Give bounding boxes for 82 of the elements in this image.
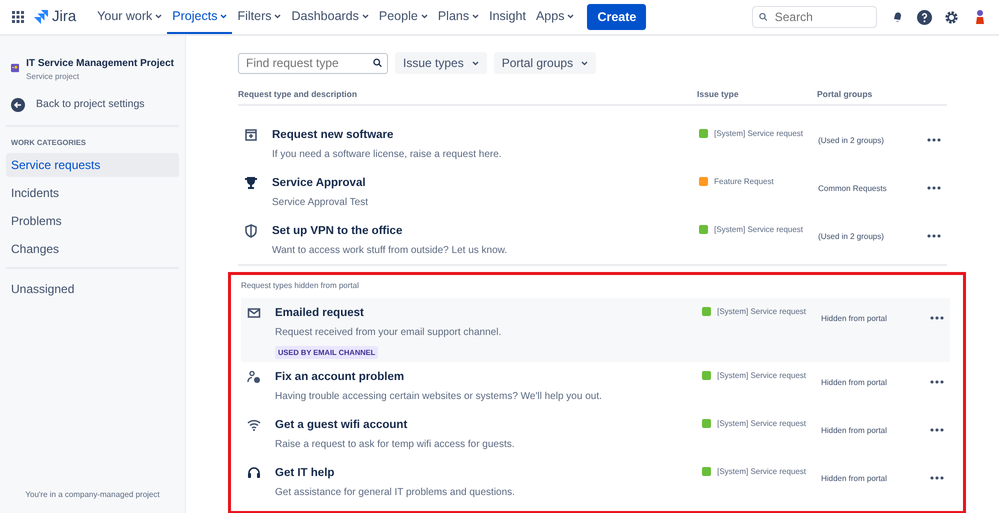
nav-menu-item[interactable]: Apps [530, 0, 580, 34]
nav-menu-item[interactable]: Plans [432, 0, 484, 34]
request-type-name[interactable]: Request new software [272, 128, 502, 142]
shield-icon [244, 224, 258, 238]
headset-icon [247, 466, 261, 480]
request-type-description: Want to access work stuff from outside? Let us know. [272, 244, 508, 258]
portal-groups-text: Hidden from portal [821, 474, 887, 483]
nav-menu-item[interactable]: Insight [484, 0, 531, 34]
nav-menu-item[interactable]: Filters [232, 0, 286, 34]
request-type-description: Service Approval Test [272, 196, 368, 210]
column-header: Portal groups [817, 89, 872, 99]
portal-groups-text: Hidden from portal [821, 378, 887, 387]
request-type-search-field[interactable]: Find request type [238, 52, 388, 74]
filter-dropdown-button[interactable]: Portal groups [494, 52, 596, 74]
nav-menu-item[interactable]: People [374, 0, 433, 34]
issue-type-label: [System] Service request [717, 370, 806, 382]
portal-groups-text: (Used in 2 groups) [818, 136, 884, 145]
search-input[interactable]: Search [772, 7, 870, 27]
issue-type-label: [System] Service request [714, 224, 804, 236]
portal-groups-text: Hidden from portal [821, 314, 887, 323]
request-type-name[interactable]: Get a guest wifi account [275, 418, 515, 432]
issue-type-label: [System] Service request [714, 128, 804, 140]
back-link[interactable]: Back to project settings [36, 97, 145, 113]
chevron-down-icon [581, 60, 588, 66]
wifi-icon [247, 418, 261, 432]
add-form-icon [244, 128, 258, 142]
create-button[interactable]: Create [587, 4, 646, 30]
portal-groups-text: Hidden from portal [821, 426, 887, 435]
more-dots-icon [930, 476, 944, 480]
project-footer-note: You're in a company-managed project [24, 489, 161, 501]
section-heading: Request types hidden from portal [241, 280, 360, 292]
portal-groups-text: (Used in 2 groups) [818, 232, 884, 241]
settings-icon[interactable] [944, 10, 959, 24]
request-type-description: If you need a software license, raise a request here. [272, 148, 502, 162]
person-info-icon [247, 370, 261, 384]
more-dots-icon [927, 186, 942, 190]
jira-logo-icon[interactable] [34, 10, 48, 24]
help-icon[interactable] [917, 10, 932, 24]
chevron-down-icon [472, 60, 479, 66]
portal-groups-text: Common Requests [818, 184, 887, 193]
request-type-description: Having trouble accessing certain websites or systems? We'll help you out. [275, 390, 602, 404]
app-grid-icon[interactable] [12, 11, 24, 23]
envelope-icon [247, 306, 261, 320]
request-type-name[interactable]: Get IT help [275, 466, 515, 480]
nav-menu-item[interactable]: Projects [167, 0, 232, 34]
request-type-name[interactable]: Fix an account problem [275, 370, 602, 384]
request-type-description: Raise a request to ask for temp wifi access for guests. [275, 438, 515, 452]
request-type-description: Request received from your email support channel. [275, 326, 502, 340]
search-field[interactable]: Search [752, 6, 877, 28]
filter-dropdown-button[interactable]: Issue types [395, 52, 487, 74]
project-name[interactable]: IT Service Management Project [26, 56, 174, 71]
more-dots-icon [930, 380, 944, 384]
request-type-row[interactable]: Get a guest wifi account Raise a request to ask for temp wifi access for guests. [System] Service request Hidden from portal [241, 410, 950, 458]
sidebar-item[interactable]: Incidents [6, 181, 179, 205]
sidebar-item[interactable]: Changes [6, 237, 179, 261]
more-dots-icon [927, 138, 942, 142]
issue-type-label: Feature Request [714, 176, 774, 188]
request-type-row[interactable]: Get IT help Get assistance for general IT problems and questions. [System] Service request Hidden from portal [241, 458, 950, 506]
request-type-name[interactable]: Service Approval [272, 176, 368, 190]
sidebar-item[interactable]: Problems [6, 209, 179, 233]
column-header: Request type and description [238, 88, 358, 101]
project-type: Service project [26, 71, 80, 83]
avatar-icon[interactable] [973, 9, 987, 25]
more-dots-icon [930, 428, 944, 432]
sidebar-item[interactable]: Unassigned [6, 277, 179, 301]
column-header: Issue type [697, 89, 739, 99]
product-name[interactable]: Jira [52, 6, 76, 28]
issue-type-label: [System] Service request [717, 466, 806, 478]
more-dots-icon [930, 316, 944, 320]
issue-type-label: [System] Service request [717, 418, 806, 430]
request-type-name[interactable]: Emailed request [275, 306, 502, 320]
issue-type-label: [System] Service request [717, 306, 806, 318]
more-dots-icon [927, 234, 942, 238]
search-icon [372, 58, 382, 68]
nav-menu-item[interactable]: Your work [92, 0, 168, 34]
sidebar-item[interactable]: Service requests [6, 153, 179, 177]
request-type-name[interactable]: Set up VPN to the office [272, 224, 508, 238]
request-type-row[interactable]: Fix an account problem Having trouble accessing certain websites or systems? We'll help you out. [System] Service request Hidden from portal [241, 362, 950, 410]
request-type-description: Get assistance for general IT problems and questions. [275, 486, 515, 500]
trophy-icon [244, 176, 258, 190]
search-icon [759, 12, 768, 22]
nav-menu-item[interactable]: Dashboards [286, 0, 374, 34]
